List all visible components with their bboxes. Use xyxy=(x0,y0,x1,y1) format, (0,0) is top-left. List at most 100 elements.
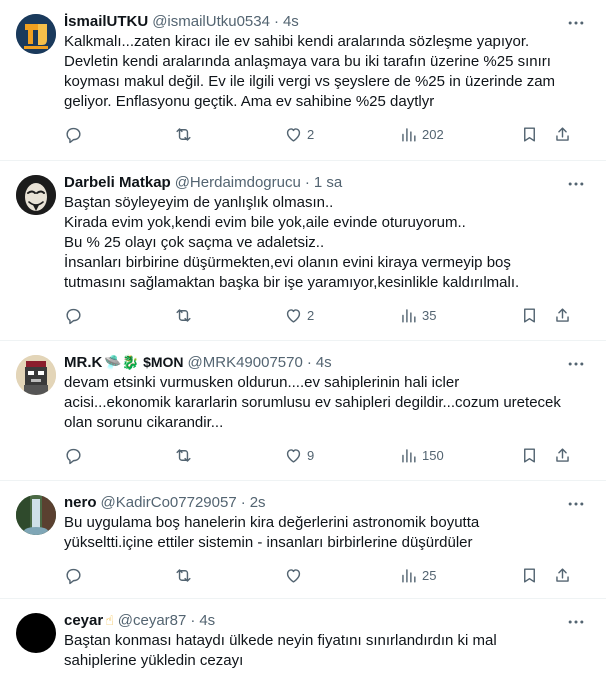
views-button[interactable]: 25 xyxy=(399,566,519,585)
tweet[interactable]: İsmailUTKU @ismailUtku0534 · 4s Kalkmalı… xyxy=(0,0,606,161)
avatar[interactable] xyxy=(16,613,56,653)
heart-icon xyxy=(286,568,301,583)
tweet-text: Baştan konması hataydı ülkede neyin fiya… xyxy=(64,632,497,669)
more-icon[interactable] xyxy=(566,612,586,632)
bookmark-icon xyxy=(524,447,535,463)
heart-icon xyxy=(286,448,301,463)
retweet-icon xyxy=(176,308,191,322)
user-handle[interactable]: @Herdaimdogrucu xyxy=(175,174,301,191)
like-button[interactable]: 2 xyxy=(284,306,399,325)
views-icon xyxy=(402,308,416,323)
bookmark-button[interactable] xyxy=(520,306,539,325)
tweet-text: Bu uygulama boş hanelerin kira değerleri… xyxy=(64,514,480,551)
timestamp[interactable]: 4s xyxy=(316,354,332,371)
share-icon xyxy=(556,567,569,582)
display-name[interactable]: MR.K xyxy=(64,354,102,371)
share-button[interactable] xyxy=(553,125,572,144)
share-icon xyxy=(556,307,569,322)
more-icon[interactable] xyxy=(566,13,586,33)
retweet-icon xyxy=(176,127,191,141)
avatar[interactable] xyxy=(16,14,56,54)
like-count: 2 xyxy=(307,126,315,142)
bookmark-button[interactable] xyxy=(520,125,539,144)
share-icon xyxy=(556,126,569,141)
reply-button[interactable] xyxy=(64,566,174,585)
share-button[interactable] xyxy=(553,446,572,465)
display-name[interactable]: nero xyxy=(64,494,97,511)
bookmark-button[interactable] xyxy=(520,566,539,585)
reply-icon xyxy=(66,308,81,324)
separator-dot: · xyxy=(306,353,312,371)
reply-icon xyxy=(66,127,81,143)
views-icon xyxy=(402,448,416,463)
retweet-button[interactable] xyxy=(174,125,284,144)
like-button[interactable]: 9 xyxy=(284,446,399,465)
more-icon[interactable] xyxy=(566,174,586,194)
timestamp[interactable]: 4s xyxy=(199,612,215,629)
bookmark-icon xyxy=(524,126,535,142)
more-icon[interactable] xyxy=(566,494,586,514)
view-count: 25 xyxy=(422,567,437,583)
share-button[interactable] xyxy=(553,306,572,325)
reply-button[interactable] xyxy=(64,125,174,144)
retweet-icon xyxy=(176,568,191,582)
view-count: 150 xyxy=(422,447,444,463)
reply-button[interactable] xyxy=(64,306,174,325)
display-name[interactable]: İsmailUTKU xyxy=(64,13,148,30)
timestamp[interactable]: 2s xyxy=(250,494,266,511)
avatar[interactable] xyxy=(16,355,56,395)
name-emoji: ☝ xyxy=(105,611,114,628)
reply-icon xyxy=(66,448,81,464)
tweet[interactable]: nero @KadirCo07729057 · 2s Bu uygulama b… xyxy=(0,481,606,599)
view-count: 202 xyxy=(422,126,444,142)
user-handle[interactable]: @MRK49007570 xyxy=(188,354,303,371)
more-icon[interactable] xyxy=(566,354,586,374)
display-name[interactable]: ceyar xyxy=(64,612,103,629)
like-count: 9 xyxy=(307,447,315,463)
retweet-button[interactable] xyxy=(174,306,284,325)
share-button[interactable] xyxy=(553,566,572,585)
user-handle[interactable]: @ismailUtku0534 xyxy=(152,13,270,30)
separator-dot: · xyxy=(304,173,310,191)
avatar[interactable] xyxy=(16,175,56,215)
views-button[interactable]: 150 xyxy=(399,446,519,465)
reply-feed: İsmailUTKU @ismailUtku0534 · 4s Kalkmalı… xyxy=(0,0,606,678)
retweet-button[interactable] xyxy=(174,446,284,465)
user-handle[interactable]: @ceyar87 xyxy=(118,612,187,629)
timestamp[interactable]: 4s xyxy=(283,13,299,30)
retweet-icon xyxy=(176,448,191,462)
tweet-text: devam etsinki vurmusken oldurun....ev sa… xyxy=(64,374,561,431)
heart-icon xyxy=(286,308,301,323)
tweet[interactable]: ceyar ☝ @ceyar87 · 4s Baştan konması hat… xyxy=(0,599,606,678)
tweet[interactable]: MR.K 🛸🐉 $MON @MRK49007570 · 4s devam ets… xyxy=(0,341,606,481)
heart-icon xyxy=(286,127,301,142)
tweet[interactable]: Darbeli Matkap @Herdaimdogrucu · 1 sa Ba… xyxy=(0,161,606,341)
avatar[interactable] xyxy=(16,495,56,535)
views-icon xyxy=(402,568,416,583)
reply-button[interactable] xyxy=(64,446,174,465)
action-bar: 2 202 xyxy=(64,112,572,156)
view-count: 35 xyxy=(422,307,437,323)
bookmark-icon xyxy=(524,307,535,323)
name-emoji: 🛸🐉 $MON xyxy=(104,353,184,370)
reply-icon xyxy=(66,568,81,584)
timestamp[interactable]: 1 sa xyxy=(314,174,342,191)
like-button[interactable]: 2 xyxy=(284,125,399,144)
bookmark-icon xyxy=(524,567,535,583)
views-button[interactable]: 35 xyxy=(399,306,519,325)
bookmark-button[interactable] xyxy=(520,446,539,465)
display-name[interactable]: Darbeli Matkap xyxy=(64,174,171,191)
separator-dot: · xyxy=(240,493,246,511)
like-count: 2 xyxy=(307,307,315,323)
action-bar: 9 150 xyxy=(64,433,572,477)
retweet-button[interactable] xyxy=(174,566,284,585)
views-button[interactable]: 202 xyxy=(399,125,519,144)
user-handle[interactable]: @KadirCo07729057 xyxy=(101,494,237,511)
separator-dot: · xyxy=(273,12,279,30)
views-icon xyxy=(402,127,416,142)
action-bar: 2 35 xyxy=(64,293,572,337)
tweet-text: Baştan söyleyeyim de yanlışlık olmasın..… xyxy=(64,194,520,291)
tweet-text: Kalkmalı...zaten kiracı ile ev sahibi ke… xyxy=(64,33,556,110)
share-icon xyxy=(556,447,569,462)
like-button[interactable] xyxy=(284,566,399,585)
